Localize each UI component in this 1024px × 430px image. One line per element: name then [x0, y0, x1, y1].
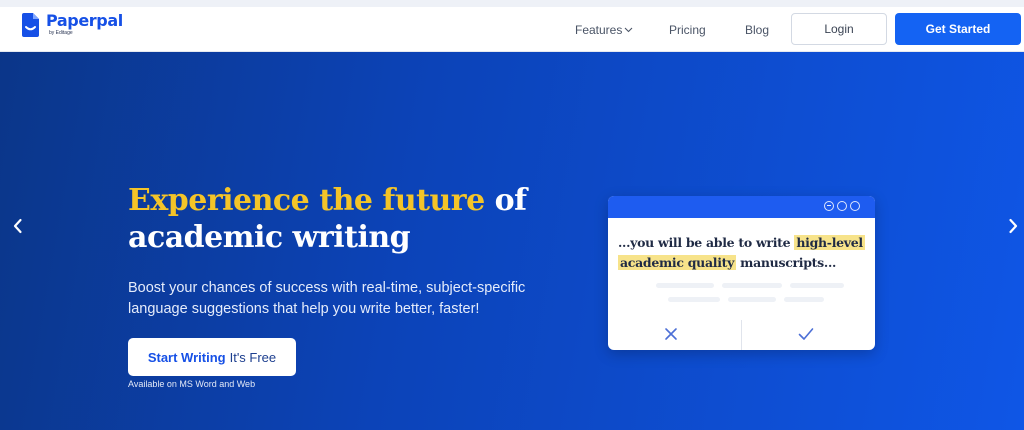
brand-name: Paperpal — [46, 11, 123, 30]
suggestion-highlight-2: academic quality — [618, 255, 737, 270]
chevron-down-icon — [624, 27, 633, 32]
suggestion-highlight-1: high-level — [794, 235, 865, 250]
close-icon[interactable] — [664, 327, 678, 341]
check-icon[interactable] — [798, 327, 814, 341]
login-button[interactable]: Login — [791, 13, 887, 45]
browser-top-strip — [0, 0, 1024, 7]
card-divider — [741, 320, 742, 350]
suggestion-text-after: manuscripts... — [736, 255, 837, 270]
navbar: Paperpal by Editage Features Pricing Blo… — [0, 7, 1024, 52]
hero-subtext: Boost your chances of success with real-… — [128, 280, 526, 317]
card-header — [608, 196, 875, 218]
suggestion-text-before: ...you will be able to write — [618, 235, 795, 250]
brand-byline: by Editage — [49, 30, 73, 36]
minimize-icon — [824, 201, 834, 211]
window-control-icon — [837, 201, 847, 211]
brand-logo[interactable]: Paperpal by Editage — [21, 12, 123, 38]
nav-pricing[interactable]: Pricing — [669, 23, 706, 37]
window-close-icon — [850, 201, 860, 211]
suggestion-card: ...you will be able to write high-level a… — [608, 196, 875, 350]
paperpal-logo-icon — [22, 13, 39, 37]
its-free-label: It's Free — [229, 349, 277, 365]
get-started-button[interactable]: Get Started — [895, 13, 1021, 45]
nav-features-label: Features — [575, 23, 623, 37]
faded-text-lines — [656, 279, 846, 311]
start-writing-button[interactable]: Start Writing It's Free — [128, 338, 296, 376]
suggestion-text: ...you will be able to write high-level a… — [618, 233, 868, 273]
chevron-right-icon[interactable] — [1006, 217, 1020, 235]
nav-blog[interactable]: Blog — [745, 23, 769, 37]
hero-banner: Experience the future of academic writin… — [0, 52, 1024, 430]
headline-rest: of — [494, 183, 527, 218]
hero-headline: Experience the future of academic writin… — [128, 182, 527, 256]
nav-features[interactable]: Features — [575, 23, 633, 37]
headline-accent: Experience the future — [128, 183, 485, 218]
start-writing-label: Start Writing — [147, 349, 226, 365]
headline-line2: academic writing — [128, 220, 411, 255]
availability-note: Available on MS Word and Web — [128, 379, 256, 389]
chevron-left-icon[interactable] — [11, 217, 25, 235]
